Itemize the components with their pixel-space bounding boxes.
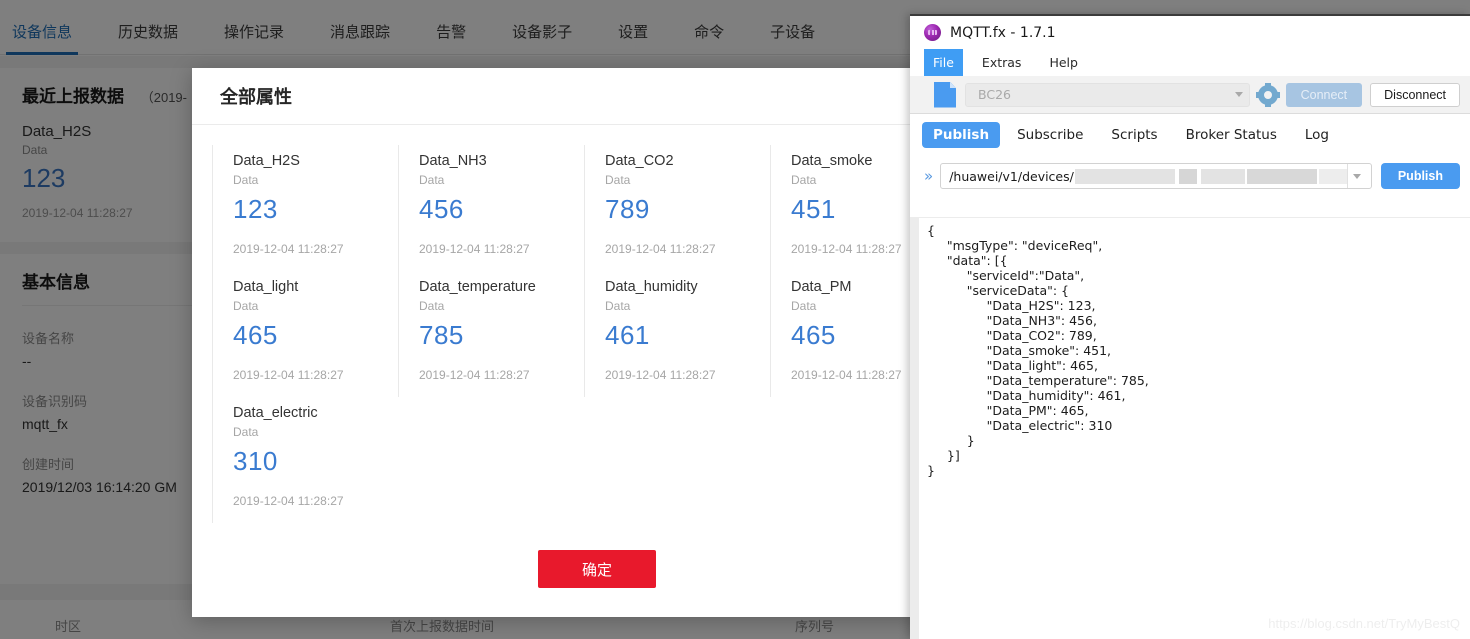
document-icon[interactable] (934, 81, 956, 108)
double-chevron-right-icon[interactable]: » (924, 167, 933, 185)
chevron-down-icon (1234, 92, 1243, 97)
disconnect-button[interactable]: Disconnect (1370, 82, 1460, 107)
publish-bar: » /huawei/v1/devices/ Publish (910, 156, 1470, 196)
property-card: Data_humidity Data 461 2019-12-04 11:28:27 (584, 271, 770, 397)
property-name: Data_humidity (605, 279, 698, 295)
property-name: Data_NH3 (419, 153, 487, 169)
mqttfx-menubar: File Extras Help (910, 49, 1470, 76)
menu-item[interactable]: File (924, 49, 963, 76)
topic-dropdown-icon[interactable] (1346, 164, 1367, 188)
editor-gutter (910, 218, 919, 639)
property-value: 456 (419, 194, 464, 224)
property-card: Data_electric Data 310 2019-12-04 11:28:27 (212, 397, 398, 523)
property-service: Data (419, 299, 445, 313)
connect-button[interactable]: Connect (1285, 82, 1363, 107)
property-value: 789 (605, 194, 650, 224)
property-value: 785 (419, 320, 464, 350)
topic-value: /huawei/v1/devices/ (949, 168, 1074, 184)
property-service: Data (605, 299, 631, 313)
modal-footer: 确定 (192, 521, 1002, 617)
mqttfx-tab[interactable]: Broker Status (1175, 122, 1288, 148)
property-timestamp: 2019-12-04 11:28:27 (233, 494, 344, 508)
property-name: Data_H2S (233, 153, 300, 169)
property-value: 123 (233, 194, 278, 224)
property-timestamp: 2019-12-04 11:28:27 (419, 242, 530, 256)
property-timestamp: 2019-12-04 11:28:27 (419, 368, 530, 382)
property-service: Data (605, 173, 631, 187)
mqttfx-window: MQTT.fx - 1.7.1 File Extras Help BC26 Conn… (910, 14, 1470, 639)
property-name: Data_light (233, 279, 299, 295)
mqttfx-toolbar: BC26 Connect Disconnect (910, 76, 1470, 114)
property-service: Data (233, 425, 259, 439)
property-timestamp: 2019-12-04 11:28:27 (605, 242, 716, 256)
property-card: Data_CO2 Data 789 2019-12-04 11:28:27 (584, 145, 770, 271)
screen: 设备信息历史数据操作记录消息跟踪告警设备影子设置命令子设备 最近上报数据 （20… (0, 0, 1470, 639)
property-name: Data_temperature (419, 279, 536, 295)
property-name: Data_electric (233, 405, 318, 421)
property-service: Data (233, 299, 259, 313)
property-card: Data_H2S Data 123 2019-12-04 11:28:27 (212, 145, 398, 271)
mqttfx-tab[interactable]: Scripts (1100, 122, 1168, 148)
gear-icon[interactable] (1257, 84, 1278, 105)
chevron-down-icon (1353, 173, 1362, 179)
modal-title: 全部属性 (220, 87, 292, 107)
watermark: https://blog.csdn.net/TryMyBestQ (1268, 616, 1460, 631)
all-properties-modal: 全部属性 Data_H2S Data 123 2019-12-04 11:28:27 D… (192, 68, 1002, 617)
mqttfx-titlebar[interactable]: MQTT.fx - 1.7.1 (910, 16, 1470, 49)
property-grid: Data_H2S Data 123 2019-12-04 11:28:27 Data_N… (212, 145, 1002, 523)
property-card: Data_temperature Data 785 2019-12-04 11:28:… (398, 271, 584, 397)
topic-redacted-region (1074, 168, 1347, 184)
property-timestamp: 2019-12-04 11:28:27 (233, 368, 344, 382)
modal-header: 全部属性 (192, 68, 1002, 125)
property-timestamp: 2019-12-04 11:28:27 (233, 242, 344, 256)
broker-profile-select[interactable]: BC26 (965, 82, 1250, 107)
mqttfx-tab[interactable]: Publish (922, 122, 1001, 148)
mqttfx-tabs: Publish Subscribe Scripts Broker Status Log (910, 114, 1470, 156)
property-card: Data_NH3 Data 456 2019-12-04 11:28:27 (398, 145, 584, 271)
mqttfx-tab[interactable]: Subscribe (1006, 122, 1094, 148)
confirm-button[interactable]: 确定 (538, 550, 656, 588)
menu-item[interactable]: Help (1040, 49, 1087, 76)
property-value: 461 (605, 320, 650, 350)
topic-input[interactable]: /huawei/v1/devices/ (940, 163, 1372, 189)
modal-body: Data_H2S Data 123 2019-12-04 11:28:27 Data_N… (192, 125, 1002, 523)
payload-text[interactable]: { "msgType": "deviceReq", "data": [{ "se… (919, 223, 1470, 639)
publish-button[interactable]: Publish (1380, 163, 1460, 189)
property-value: 465 (233, 320, 278, 350)
mqttfx-tab[interactable]: Log (1294, 122, 1340, 148)
mqttfx-window-title: MQTT.fx - 1.7.1 (950, 24, 1056, 41)
property-service: Data (419, 173, 445, 187)
property-value: 310 (233, 446, 278, 476)
mqttfx-app-icon (924, 24, 941, 41)
property-timestamp: 2019-12-04 11:28:27 (605, 368, 716, 382)
menu-item[interactable]: Extras (973, 49, 1031, 76)
payload-editor[interactable]: { "msgType": "deviceReq", "data": [{ "se… (910, 217, 1470, 639)
broker-profile-value: BC26 (978, 87, 1011, 102)
property-card: Data_light Data 465 2019-12-04 11:28:27 (212, 271, 398, 397)
property-service: Data (233, 173, 259, 187)
property-name: Data_CO2 (605, 153, 674, 169)
